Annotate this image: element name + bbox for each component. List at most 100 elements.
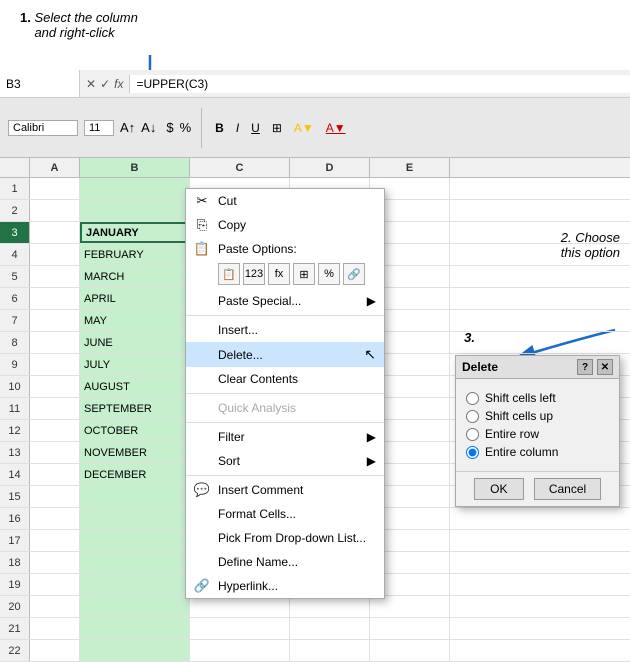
- cell-a12[interactable]: [30, 420, 80, 441]
- ok-button[interactable]: OK: [474, 478, 524, 500]
- dialog-help-icon[interactable]: ?: [577, 359, 593, 375]
- radio-entire-row[interactable]: Entire row: [466, 427, 609, 441]
- row-number: 4: [0, 244, 30, 265]
- cell-a13[interactable]: [30, 442, 80, 463]
- col-header-d[interactable]: D: [290, 158, 370, 177]
- cancel-icon[interactable]: ✕: [86, 77, 96, 91]
- radio-shift-up-label: Shift cells up: [485, 409, 553, 423]
- radio-shift-up-input[interactable]: [466, 410, 479, 423]
- table-row: 21: [0, 618, 630, 640]
- clear-icon: [194, 371, 210, 387]
- radio-entire-column-input[interactable]: [466, 446, 479, 459]
- cell-a5[interactable]: [30, 266, 80, 287]
- dialog-body: Shift cells left Shift cells up Entire r…: [456, 379, 619, 471]
- cell-a2[interactable]: [30, 200, 80, 221]
- menu-item-sort[interactable]: Sort ▶: [186, 449, 384, 473]
- font-name[interactable]: Calibri: [8, 120, 78, 136]
- cell-a11[interactable]: [30, 398, 80, 419]
- col-header-e[interactable]: E: [370, 158, 450, 177]
- delete-dialog: Delete ? ✕ Shift cells left Shift cells …: [455, 355, 620, 507]
- col-header-c[interactable]: C: [190, 158, 290, 177]
- cancel-button[interactable]: Cancel: [534, 478, 601, 500]
- col-header-b[interactable]: B: [80, 158, 190, 177]
- bold-button[interactable]: B: [212, 120, 227, 136]
- shrink-font-icon[interactable]: A↓: [141, 120, 156, 135]
- cell-b2[interactable]: [80, 200, 190, 221]
- sort-label: Sort: [218, 454, 359, 468]
- menu-item-hyperlink[interactable]: 🔗 Hyperlink...: [186, 574, 384, 598]
- radio-entire-column[interactable]: Entire column: [466, 445, 609, 459]
- menu-item-pick-dropdown[interactable]: Pick From Drop-down List...: [186, 526, 384, 550]
- border-button[interactable]: ⊞: [269, 120, 285, 136]
- cell-b4[interactable]: FEBRUARY: [80, 244, 190, 265]
- dialog-close-icon[interactable]: ✕: [597, 359, 613, 375]
- menu-item-copy[interactable]: ⎘ Copy: [186, 213, 384, 237]
- cell-a6[interactable]: [30, 288, 80, 309]
- cell-a3[interactable]: [30, 222, 80, 243]
- cell-b9[interactable]: JULY: [80, 354, 190, 375]
- cell-b6[interactable]: APRIL: [80, 288, 190, 309]
- cell-a10[interactable]: [30, 376, 80, 397]
- confirm-icon[interactable]: ✓: [100, 77, 110, 91]
- cell-b1[interactable]: [80, 178, 190, 199]
- cell-b15[interactable]: [80, 486, 190, 507]
- radio-shift-left[interactable]: Shift cells left: [466, 391, 609, 405]
- separator: [186, 393, 384, 394]
- cell-a8[interactable]: [30, 332, 80, 353]
- cell-b8[interactable]: JUNE: [80, 332, 190, 353]
- cell-b13[interactable]: NOVEMBER: [80, 442, 190, 463]
- radio-entire-row-input[interactable]: [466, 428, 479, 441]
- cell-a4[interactable]: [30, 244, 80, 265]
- cell-a1[interactable]: [30, 178, 80, 199]
- paste-btn-4[interactable]: ⊞: [293, 263, 315, 285]
- paste-btn-2[interactable]: 123: [243, 263, 265, 285]
- col-header-a[interactable]: A: [30, 158, 80, 177]
- radio-shift-up[interactable]: Shift cells up: [466, 409, 609, 423]
- font-size[interactable]: 11: [84, 120, 114, 136]
- fx-icon[interactable]: fx: [114, 77, 123, 91]
- menu-item-quick-analysis: Quick Analysis: [186, 396, 384, 420]
- cell-b5[interactable]: MARCH: [80, 266, 190, 287]
- formula-input[interactable]: [129, 75, 630, 93]
- menu-item-insert-comment[interactable]: 💬 Insert Comment: [186, 478, 384, 502]
- row-number: 6: [0, 288, 30, 309]
- menu-item-insert[interactable]: Insert...: [186, 318, 384, 342]
- paste-btn-1[interactable]: 📋: [218, 263, 240, 285]
- clear-contents-label: Clear Contents: [218, 372, 376, 386]
- cell-b14[interactable]: DECEMBER: [80, 464, 190, 485]
- cell-b12[interactable]: OCTOBER: [80, 420, 190, 441]
- paste-btn-5[interactable]: %: [318, 263, 340, 285]
- cell-a15[interactable]: [30, 486, 80, 507]
- radio-entire-column-label: Entire column: [485, 445, 558, 459]
- insert-label: Insert...: [218, 323, 376, 337]
- paste-btn-3[interactable]: fx: [268, 263, 290, 285]
- cell-b7[interactable]: MAY: [80, 310, 190, 331]
- font-color-button[interactable]: A▼: [323, 120, 349, 136]
- dollar-icon[interactable]: $: [166, 120, 173, 135]
- grow-font-icon[interactable]: A↑: [120, 120, 135, 135]
- menu-item-define-name[interactable]: Define Name...: [186, 550, 384, 574]
- menu-item-filter[interactable]: Filter ▶: [186, 425, 384, 449]
- percent-icon[interactable]: %: [180, 120, 192, 135]
- fill-color-button[interactable]: A▼: [291, 120, 317, 136]
- row-number: 3: [0, 222, 30, 243]
- cell-a9[interactable]: [30, 354, 80, 375]
- menu-item-cut[interactable]: ✂ Cut: [186, 189, 384, 213]
- dialog-title-bar: Delete ? ✕: [456, 356, 619, 379]
- underline-button[interactable]: U: [248, 120, 263, 136]
- row-number: 1: [0, 178, 30, 199]
- cell-a14[interactable]: [30, 464, 80, 485]
- menu-item-format-cells[interactable]: Format Cells...: [186, 502, 384, 526]
- menu-item-paste-options: 📋 Paste Options:: [186, 237, 384, 261]
- name-box[interactable]: B3: [0, 70, 80, 97]
- cell-a7[interactable]: [30, 310, 80, 331]
- italic-button[interactable]: I: [233, 120, 242, 136]
- menu-item-clear-contents[interactable]: Clear Contents: [186, 367, 384, 391]
- cell-b10[interactable]: AUGUST: [80, 376, 190, 397]
- radio-shift-left-input[interactable]: [466, 392, 479, 405]
- cell-b11[interactable]: SEPTEMBER: [80, 398, 190, 419]
- cell-b3[interactable]: JANUARY: [80, 222, 190, 243]
- menu-item-paste-special[interactable]: Paste Special... ▶: [186, 289, 384, 313]
- menu-item-delete[interactable]: Delete... ↖: [186, 342, 384, 367]
- paste-btn-6[interactable]: 🔗: [343, 263, 365, 285]
